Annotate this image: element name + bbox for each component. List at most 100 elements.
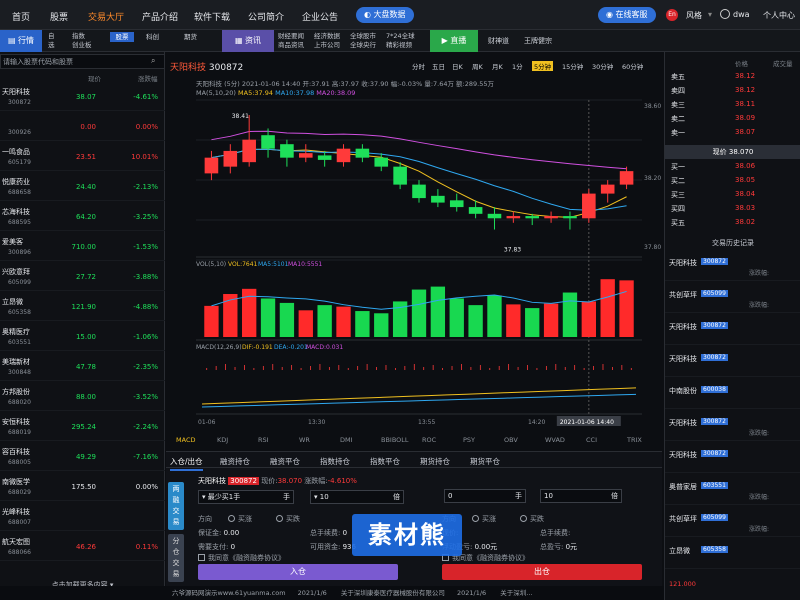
tab-option[interactable]: 科创: [146, 32, 159, 42]
info-link-724[interactable]: 7*24全球 精彩视频: [386, 32, 415, 50]
stock-row[interactable]: 天阳科技 300872 38.07 -4.61%: [0, 84, 165, 111]
search-input[interactable]: 请输入股票代码和股票: [3, 57, 73, 67]
info-link-economy[interactable]: 经济数据 上市公司: [314, 32, 340, 50]
indicator-tab-2[interactable]: RSI: [258, 436, 269, 444]
buy-up-radio[interactable]: [228, 515, 235, 522]
candlestick-chart[interactable]: 38.41 37.83 38.60 38.20 37.80 VOL(5,10) VOL:76…: [166, 52, 662, 450]
ticker-item-3[interactable]: 关于深圳...: [500, 589, 532, 597]
indicator-tab-10[interactable]: CCI: [586, 436, 597, 444]
nav-stocks[interactable]: 股票: [50, 10, 68, 23]
stock-row[interactable]: 一鸣食品 605179 23.51 10.01%: [0, 144, 165, 171]
history-row[interactable]: 天阳科技 300872: [665, 350, 800, 377]
buy-down-radio[interactable]: [276, 515, 283, 522]
indicator-tab-8[interactable]: OBV: [504, 436, 518, 444]
search-icon[interactable]: ⌕: [151, 56, 155, 66]
agree-checkbox[interactable]: [198, 554, 205, 561]
trade-tab-2[interactable]: 融资平仓: [270, 456, 300, 467]
close-position-button[interactable]: 出仓: [442, 564, 642, 580]
history-row[interactable]: 天阳科技 300872 涨跌幅:: [665, 254, 800, 281]
history-row[interactable]: 天阳科技 300872: [665, 318, 800, 345]
nav-announcements[interactable]: 企业公告: [302, 10, 338, 23]
stock-row[interactable]: 南微医学 688029 175.50 0.00%: [0, 474, 165, 501]
orderbook-row[interactable]: 买三 38.04: [665, 188, 800, 201]
indicator-tab-0[interactable]: MACD: [176, 436, 195, 444]
history-row[interactable]: 天阳科技 300872 涨跌幅:: [665, 414, 800, 441]
trade-tab-0[interactable]: 入仓/出仓: [170, 456, 203, 471]
live-link-wangpai[interactable]: 王牌健宗: [524, 30, 552, 52]
indicator-tab-6[interactable]: ROC: [422, 436, 436, 444]
orderbook-row[interactable]: 卖一 38.07: [665, 126, 800, 139]
stock-row[interactable]: 航天宏图 688066 46.26 0.11%: [0, 534, 165, 561]
tab-stock[interactable]: 股票: [110, 32, 134, 42]
trade-tab-3[interactable]: 指数持仓: [320, 456, 350, 467]
stock-row[interactable]: 兴欧意拜 605099 27.72 -3.88%: [0, 264, 165, 291]
orderbook-row[interactable]: 卖二 38.09: [665, 112, 800, 125]
indicator-tab-7[interactable]: PSY: [463, 436, 475, 444]
live-tab[interactable]: ▶ 直播: [430, 30, 478, 52]
right-lots-input[interactable]: 0 手: [444, 489, 526, 503]
style-switcher[interactable]: 风格: [686, 10, 702, 21]
nav-trading-hall[interactable]: 交易大厅: [88, 10, 124, 23]
nav-home[interactable]: 首页: [12, 10, 30, 23]
trade-tab-5[interactable]: 期货持仓: [420, 456, 450, 467]
stock-row[interactable]: 美瑞新材 300848 47.78 -2.35%: [0, 354, 165, 381]
index-tab[interactable]: 指数 创业板: [72, 32, 92, 50]
history-row[interactable]: 中南股份 600038: [665, 382, 800, 409]
ticker-item-1[interactable]: 六爷源码网演示www.61yuanma.com: [172, 589, 286, 597]
nav-about[interactable]: 公司简介: [248, 10, 284, 23]
stock-row[interactable]: 容百科技 688005 49.29 -7.16%: [0, 444, 165, 471]
orderbook-row[interactable]: 卖三 38.11: [665, 98, 800, 111]
right-buy-up-radio[interactable]: [472, 515, 479, 522]
stock-row[interactable]: 悦康药业 688658 24.40 -2.13%: [0, 174, 165, 201]
stock-row[interactable]: 光峰科技 688007: [0, 504, 165, 531]
stock-row[interactable]: 300926 0.00 0.00%: [0, 114, 165, 141]
info-link-global[interactable]: 全球股市 全球央行: [350, 32, 376, 50]
username[interactable]: dwa: [733, 10, 750, 19]
nav-products[interactable]: 产品介绍: [142, 10, 178, 23]
orderbook-row[interactable]: 卖四 38.12: [665, 84, 800, 97]
info-tab[interactable]: ▦ 资讯: [222, 30, 274, 52]
indicator-tab-9[interactable]: WVAD: [545, 436, 565, 444]
stock-row[interactable]: 爱美客 300896 710.00 -1.53%: [0, 234, 165, 261]
stock-row[interactable]: 芯海科技 688595 64.20 -3.25%: [0, 204, 165, 231]
orderbook-row[interactable]: 买二 38.05: [665, 174, 800, 187]
history-row[interactable]: 立昂微 605358: [665, 542, 800, 569]
trade-tab-4[interactable]: 指数平仓: [370, 456, 400, 467]
user-center-link[interactable]: 个人中心: [763, 10, 795, 21]
history-row[interactable]: 共创草坪 605099 涨跌幅:: [665, 286, 800, 313]
indicator-tab-4[interactable]: DMI: [340, 436, 353, 444]
trade-tab-1[interactable]: 融资持仓: [220, 456, 250, 467]
orderbook-row[interactable]: 卖五 38.12: [665, 70, 800, 83]
stock-row[interactable]: 立昂微 605358 121.90 -4.88%: [0, 294, 165, 321]
nav-download[interactable]: 软件下载: [194, 10, 230, 23]
language-badge[interactable]: En: [666, 9, 678, 21]
open-position-button[interactable]: 入仓: [198, 564, 398, 580]
info-link-finance[interactable]: 财经要闻 商品资讯: [278, 32, 304, 50]
watchlist-tab[interactable]: 自选: [48, 32, 55, 50]
margin-trade-side-tab[interactable]: 两融交易: [168, 482, 184, 530]
live-link-caishen[interactable]: 财神道: [488, 30, 509, 52]
search-box[interactable]: 请输入股票代码和股票 ⌕: [0, 54, 165, 69]
history-row[interactable]: 天阳科技 300872: [665, 446, 800, 473]
tab-futures[interactable]: 期货: [184, 32, 197, 42]
stock-row[interactable]: 奥精医疗 603551 15.00 -1.06%: [0, 324, 165, 351]
indicator-tab-1[interactable]: KDJ: [217, 436, 228, 444]
orderbook-row[interactable]: 买五 38.02: [665, 216, 800, 229]
stock-row[interactable]: 方邦股份 688020 88.00 -3.52%: [0, 384, 165, 411]
orderbook-row[interactable]: 买一 38.06: [665, 160, 800, 173]
online-service-button[interactable]: ◉ 在线客服: [598, 7, 656, 23]
right-multiple-input[interactable]: 10 倍: [540, 489, 622, 503]
order-type-select[interactable]: ▾ 最少买1手 手: [198, 490, 294, 504]
quantity-input[interactable]: ▾ 10 倍: [310, 490, 404, 504]
trade-tab-6[interactable]: 期货平仓: [470, 456, 500, 467]
ticker-item-2[interactable]: 关于深圳康泰医疗器械股份有限公司: [341, 589, 445, 597]
history-row[interactable]: 奥普家居 603551 涨跌幅:: [665, 478, 800, 505]
indicator-tab-11[interactable]: TRIX: [627, 436, 642, 444]
split-trade-side-tab[interactable]: 分仓交易: [168, 534, 184, 582]
bigdata-button[interactable]: ◐ 大盘数据: [356, 7, 414, 23]
indicator-tab-3[interactable]: WR: [299, 436, 310, 444]
indicator-tab-5[interactable]: BBIBOLL: [381, 436, 409, 444]
orderbook-row[interactable]: 买四 38.03: [665, 202, 800, 215]
quote-tab[interactable]: ▤ 行情: [0, 30, 42, 52]
stock-row[interactable]: 安恒科技 688019 295.24 -2.24%: [0, 414, 165, 441]
